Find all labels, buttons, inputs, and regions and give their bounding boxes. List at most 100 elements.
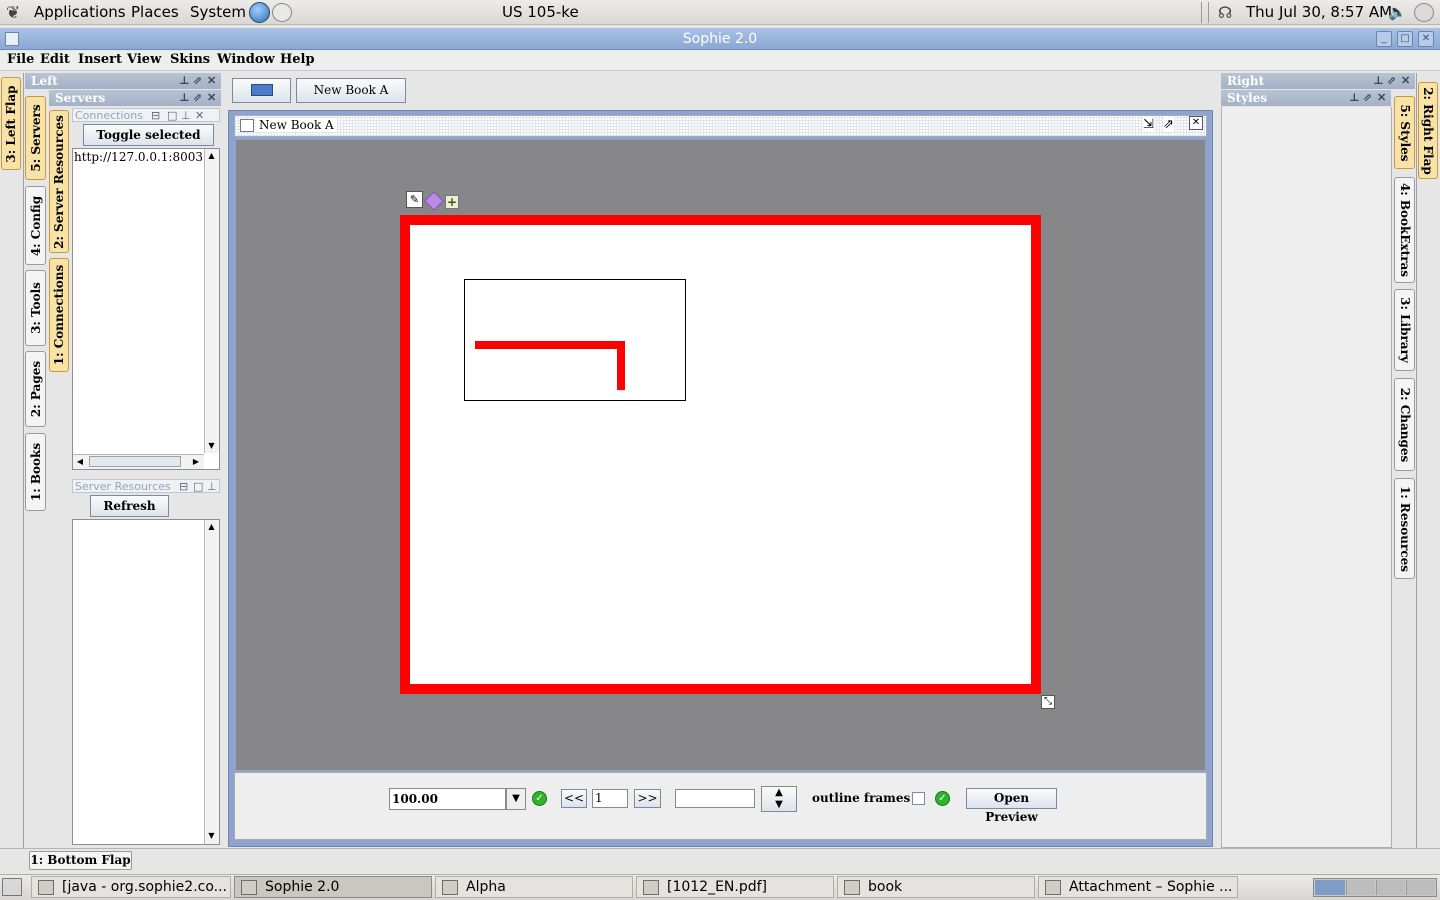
tab-bottom-flap[interactable]: 1: Bottom Flap: [29, 851, 132, 870]
new-book-tab-button[interactable]: New Book A: [296, 78, 406, 103]
network-icon[interactable]: ☊: [1218, 3, 1238, 22]
add-frame-icon[interactable]: +: [445, 195, 459, 209]
previous-page-button[interactable]: <<: [561, 789, 587, 808]
scroll-down-icon[interactable]: ▼: [204, 829, 219, 843]
scroll-right-icon[interactable]: ▶: [190, 455, 202, 468]
server-resources-list[interactable]: [72, 519, 220, 845]
next-page-button[interactable]: >>: [634, 789, 661, 808]
workspace-2[interactable]: [1346, 880, 1375, 895]
maximize-button[interactable]: □: [1397, 31, 1413, 47]
pin-icon[interactable]: ⊥: [1349, 90, 1360, 106]
tab-resources[interactable]: 1: Resources: [1394, 478, 1415, 579]
taskbar-item[interactable]: [1012_EN.pdf]: [636, 876, 834, 898]
workspace-3[interactable]: [1376, 880, 1405, 895]
float-icon[interactable]: ⇗: [193, 90, 202, 106]
zoom-dropdown-icon[interactable]: ▼: [506, 788, 526, 810]
maximize-icon[interactable]: □: [193, 480, 203, 494]
workspace-switcher[interactable]: [1313, 878, 1437, 897]
volume-icon[interactable]: 🔈: [1388, 3, 1407, 21]
close-icon[interactable]: ✕: [1401, 73, 1410, 89]
tab-servers[interactable]: 5: Servers: [25, 96, 46, 180]
zoom-input[interactable]: 100.00: [389, 788, 506, 810]
tab-tools[interactable]: 3: Tools: [25, 270, 46, 346]
clock[interactable]: Thu Jul 30, 8:57 AM: [1246, 3, 1392, 21]
restore-icon[interactable]: ⇲: [1143, 117, 1154, 132]
page-frame[interactable]: [464, 279, 686, 401]
taskbar-item[interactable]: book: [837, 876, 1035, 898]
pin-icon[interactable]: ⊥: [179, 90, 190, 106]
restore-icon[interactable]: ⊟: [179, 480, 188, 494]
tab-connections[interactable]: 1: Connections: [49, 258, 69, 372]
tab-right-flap[interactable]: 2: Right Flap: [1418, 82, 1438, 179]
vertical-scrollbar[interactable]: [204, 149, 219, 453]
page-brush-icon[interactable]: ✎: [406, 191, 423, 208]
mail-icon[interactable]: [272, 3, 292, 22]
taskbar-item[interactable]: [java - org.sophie2.co...: [31, 876, 231, 898]
minimize-button[interactable]: _: [1376, 31, 1392, 47]
tab-config[interactable]: 4: Config: [25, 186, 46, 265]
menu-skins[interactable]: Skins: [170, 52, 210, 67]
menu-help[interactable]: Help: [280, 52, 315, 67]
pin-icon[interactable]: ⊥: [181, 109, 191, 123]
red-shape-vertical[interactable]: [617, 341, 625, 390]
horizontal-scroll-thumb[interactable]: [89, 456, 181, 467]
show-desktop-icon[interactable]: [2, 878, 22, 896]
user-switch-icon[interactable]: [1414, 3, 1434, 22]
list-item[interactable]: http://127.0.0.1:8003: [74, 150, 204, 166]
menu-window[interactable]: Window: [217, 52, 275, 67]
tab-books[interactable]: 1: Books: [25, 433, 46, 511]
menu-edit[interactable]: Edit: [40, 52, 70, 67]
apply-zoom-icon[interactable]: ✓: [532, 791, 547, 806]
tab-changes[interactable]: 2: Changes: [1394, 378, 1415, 471]
vertical-scrollbar[interactable]: [204, 520, 219, 844]
float-icon[interactable]: ⇗: [193, 73, 202, 89]
menu-insert[interactable]: Insert: [78, 52, 122, 67]
open-preview-button[interactable]: Open Preview: [966, 788, 1057, 824]
pin-icon[interactable]: ⊥: [179, 73, 190, 89]
workspace-4[interactable]: [1406, 880, 1435, 895]
scroll-up-icon[interactable]: ▲: [204, 520, 219, 534]
outline-frames-checkbox[interactable]: [912, 792, 925, 805]
maximize-icon[interactable]: □: [167, 109, 177, 123]
scroll-up-icon[interactable]: ▲: [204, 149, 219, 163]
book-thumbnail-button[interactable]: [232, 78, 291, 103]
red-shape-horizontal[interactable]: [475, 341, 625, 349]
float-icon[interactable]: ⇗: [1387, 73, 1396, 89]
toggle-selected-button[interactable]: Toggle selected: [83, 124, 214, 146]
taskbar-item[interactable]: Alpha: [435, 876, 633, 898]
close-icon[interactable]: ✕: [1377, 90, 1386, 106]
scroll-down-icon[interactable]: ▼: [204, 439, 219, 453]
taskbar-item[interactable]: Attachment – Sophie ...: [1038, 876, 1238, 898]
tab-bookextras[interactable]: 4: BookExtras: [1394, 177, 1415, 283]
apply-outline-icon[interactable]: ✓: [935, 791, 950, 806]
refresh-button[interactable]: Refresh: [90, 495, 169, 517]
resize-handle-icon[interactable]: ⤡: [1041, 695, 1055, 709]
tab-server-resources[interactable]: 2: Server Resources: [49, 110, 69, 253]
restore-icon[interactable]: ⊟: [151, 109, 160, 123]
scroll-left-icon[interactable]: ◀: [74, 455, 86, 468]
tab-library[interactable]: 3: Library: [1394, 289, 1415, 371]
gnome-foot-icon[interactable]: ❦: [6, 3, 26, 23]
menu-view[interactable]: View: [127, 52, 161, 67]
close-icon[interactable]: ✕: [195, 109, 204, 123]
applications-menu[interactable]: Applications: [34, 3, 126, 21]
close-button[interactable]: ✕: [1418, 31, 1434, 47]
tab-left-flap[interactable]: 3: Left Flap: [1, 77, 21, 170]
page-number-input[interactable]: 1: [592, 789, 628, 808]
globe-icon[interactable]: [249, 2, 270, 23]
places-menu[interactable]: Places: [131, 3, 179, 21]
styles-panel[interactable]: [1221, 107, 1392, 848]
taskbar-item-active[interactable]: Sophie 2.0: [234, 876, 432, 898]
keyboard-layout[interactable]: US 105-ke: [502, 3, 579, 21]
menu-file[interactable]: File: [7, 52, 34, 67]
close-icon[interactable]: ✕: [207, 73, 216, 89]
float-icon[interactable]: ⇗: [1363, 90, 1372, 106]
close-icon[interactable]: ✕: [1189, 116, 1203, 130]
page-search-input[interactable]: [675, 789, 755, 808]
page-spinner[interactable]: ▲ ▼: [761, 786, 797, 812]
tab-styles[interactable]: 5: Styles: [1394, 96, 1415, 169]
pin-icon[interactable]: ⊥: [207, 480, 217, 494]
system-menu[interactable]: System: [190, 3, 246, 21]
connections-list[interactable]: [72, 148, 220, 470]
tab-pages[interactable]: 2: Pages: [25, 351, 46, 427]
